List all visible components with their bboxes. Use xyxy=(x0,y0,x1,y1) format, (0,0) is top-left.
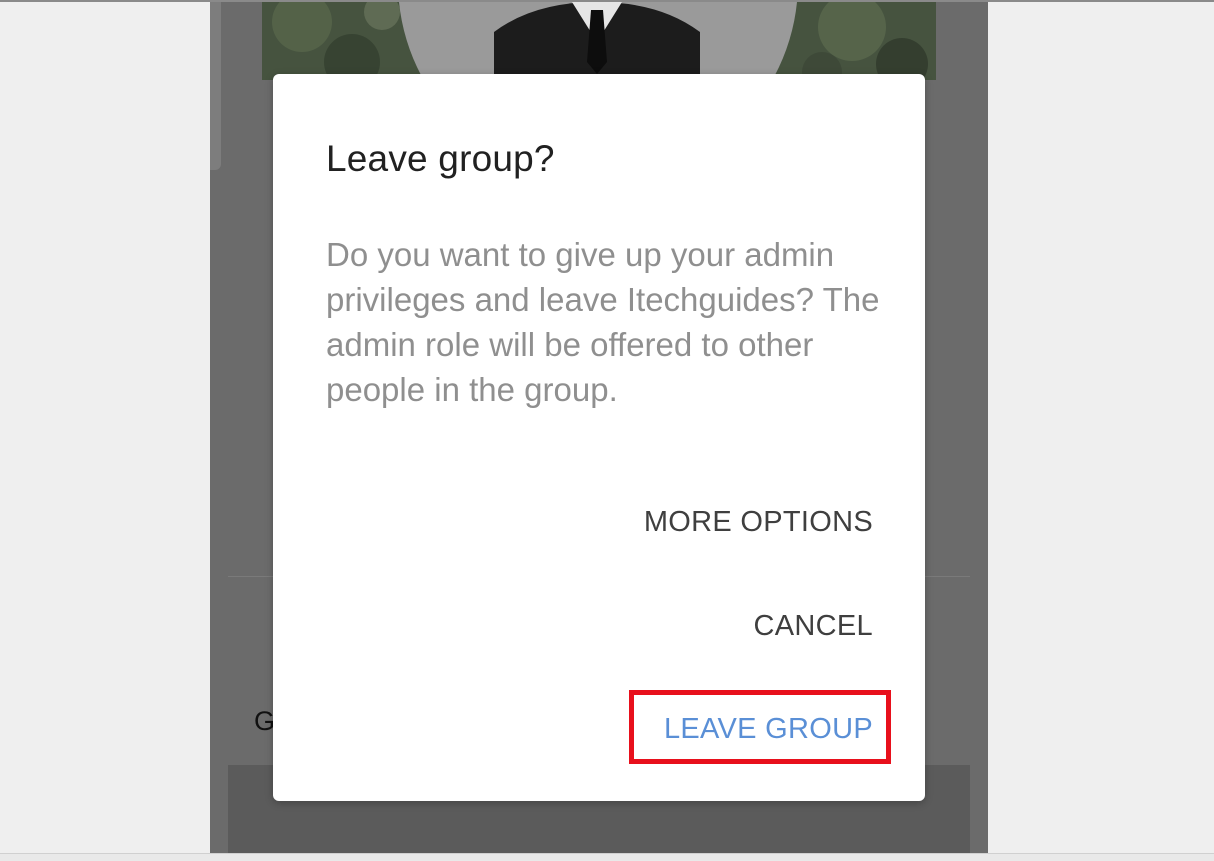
dialog-title: Leave group? xyxy=(326,138,555,179)
cancel-button[interactable]: CANCEL xyxy=(754,610,873,643)
group-cover-photo xyxy=(262,2,936,80)
screen-edge xyxy=(210,2,221,170)
more-options-button[interactable]: MORE OPTIONS xyxy=(644,506,873,539)
background-list-label: G xyxy=(254,706,276,736)
dialog-message: Do you want to give up your admin privil… xyxy=(326,236,880,408)
person-photo xyxy=(494,2,700,80)
highlight-box xyxy=(629,690,891,764)
